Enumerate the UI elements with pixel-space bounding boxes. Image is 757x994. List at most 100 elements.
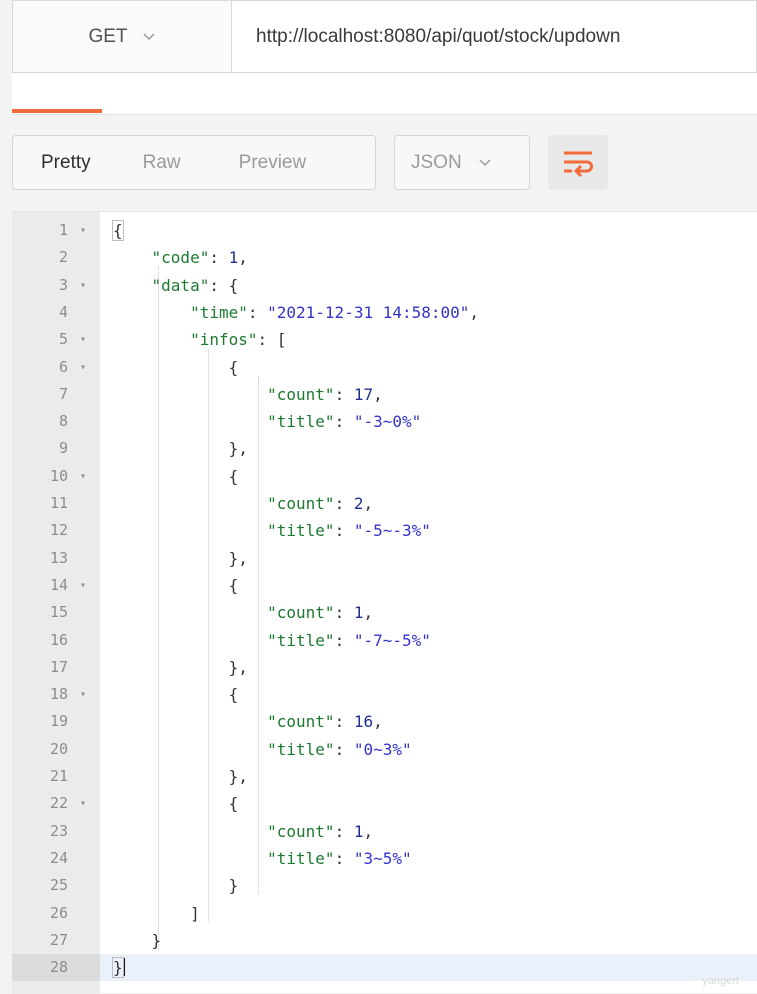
code-line[interactable]: 24 "title": "3~5%"	[12, 845, 757, 872]
fold-toggle-icon[interactable]: ▾	[80, 681, 86, 708]
code-text: "title": "-5~-3%"	[267, 521, 431, 541]
fold-toggle-icon[interactable]: ▾	[80, 463, 86, 490]
code-line[interactable]: 16 "title": "-7~-5%"	[12, 627, 757, 654]
code-line[interactable]: 20 "title": "0~3%"	[12, 736, 757, 763]
code-text: "time": "2021-12-31 14:58:00",	[190, 302, 480, 322]
code-line[interactable]: 23 "count": 1,	[12, 818, 757, 845]
line-number: 13	[49, 548, 68, 567]
code-line[interactable]: 8 "title": "-3~0%"	[12, 408, 757, 435]
gutter-cell: 19	[12, 708, 100, 735]
gutter-cell: 6 ▾	[12, 354, 100, 381]
line-number: 10	[49, 466, 68, 485]
code-line[interactable]: 5 ▾ "infos": [	[12, 326, 757, 353]
code-line[interactable]: 27 }	[12, 927, 757, 954]
code-line[interactable]: 3 ▾ "data": {	[12, 272, 757, 299]
code-line[interactable]: 11 "count": 2,	[12, 490, 757, 517]
method-select[interactable]: GET	[13, 1, 232, 72]
line-number: 14	[49, 575, 68, 594]
code-line[interactable]: 9 },	[12, 435, 757, 462]
fold-toggle-icon[interactable]: ▾	[80, 272, 86, 299]
code-line[interactable]: 22 ▾ {	[12, 790, 757, 817]
fold-toggle-icon[interactable]: ▾	[80, 572, 86, 599]
gutter-cell: 5 ▾	[12, 326, 100, 353]
code-text: {	[113, 575, 239, 595]
wrap-lines-button[interactable]	[548, 135, 608, 190]
code-line[interactable]: 21 },	[12, 763, 757, 790]
gutter-cell: 26	[12, 900, 100, 927]
tab-preview[interactable]: Preview	[239, 152, 307, 174]
code-text: {	[113, 466, 239, 486]
request-bar: GET http://localhost:8080/api/quot/stock…	[12, 0, 757, 73]
gutter-cell: 13	[12, 545, 100, 572]
code-line[interactable]: 12 "title": "-5~-3%"	[12, 517, 757, 544]
code-text: {	[112, 220, 124, 241]
line-number: 20	[49, 739, 68, 758]
code-text: "count": 2,	[267, 494, 374, 513]
code-text: },	[113, 767, 248, 786]
code-line[interactable]: 10 ▾ {	[12, 463, 757, 490]
fold-toggle-icon[interactable]: ▾	[80, 354, 86, 381]
response-tabs	[12, 73, 757, 115]
code-text: "count": 16,	[267, 712, 383, 732]
code-line[interactable]: 18 ▾ {	[12, 681, 757, 708]
code-line[interactable]: 28}	[12, 954, 757, 982]
code-line[interactable]: 7 "count": 17,	[12, 381, 757, 408]
line-number: 21	[49, 767, 68, 785]
code-text: },	[113, 657, 248, 677]
line-number: 3	[58, 275, 68, 294]
gutter-cell: 11	[12, 490, 100, 517]
code-text: },	[113, 439, 248, 459]
line-number: 23	[49, 821, 68, 840]
code-line[interactable]: 1 ▾{	[12, 217, 757, 244]
watermark: yangert	[702, 975, 739, 987]
gutter-cell: 15	[12, 599, 100, 626]
tab-pretty[interactable]: Pretty	[41, 152, 91, 174]
code-text: "code": 1,	[151, 248, 248, 268]
gutter-cell: 7	[12, 381, 100, 408]
gutter-cell: 9	[12, 435, 100, 462]
gutter-cell: 17	[12, 654, 100, 681]
code-line[interactable]: 15 "count": 1,	[12, 599, 757, 626]
code-text: }	[113, 930, 162, 950]
line-number: 27	[49, 930, 68, 949]
code-line[interactable]: 25 }	[12, 872, 757, 899]
code-text: "data": {	[151, 275, 239, 295]
gutter-cell: 21	[12, 763, 100, 790]
chevron-down-icon	[479, 158, 491, 166]
gutter-cell: 12	[12, 517, 100, 544]
line-number: 28	[49, 958, 68, 977]
line-number: 2	[58, 248, 68, 267]
line-number: 8	[58, 412, 68, 431]
wrap-lines-icon	[564, 151, 593, 177]
code-text: "count": 1,	[267, 821, 374, 841]
code-line[interactable]: 17 },	[12, 654, 757, 681]
code-line[interactable]: 2 "code": 1,	[12, 244, 757, 271]
code-text: "count": 1,	[267, 603, 374, 623]
code-text: }	[112, 957, 125, 979]
line-number: 25	[49, 876, 68, 895]
code-line[interactable]: 6 ▾ {	[12, 354, 757, 381]
code-line[interactable]: 4 "time": "2021-12-31 14:58:00",	[12, 299, 757, 326]
response-body-editor[interactable]: 1 ▾{2 "code": 1, 3 ▾ "data": {4 "time": "20…	[12, 211, 757, 994]
fold-toggle-icon[interactable]: ▾	[80, 326, 86, 353]
code-line[interactable]: 13 },	[12, 545, 757, 572]
line-number: 19	[49, 712, 68, 731]
fold-toggle-icon[interactable]: ▾	[80, 790, 86, 817]
tab-raw[interactable]: Raw	[143, 152, 181, 174]
code-line[interactable]: 14 ▾ {	[12, 572, 757, 599]
fold-toggle-icon[interactable]: ▾	[80, 217, 86, 244]
format-select[interactable]: JSON	[394, 135, 530, 190]
format-label: JSON	[411, 151, 462, 173]
gutter-cell: 28	[12, 954, 100, 982]
gutter-cell: 27	[12, 927, 100, 954]
code-text: {	[113, 357, 239, 377]
url-input[interactable]: http://localhost:8080/api/quot/stock/upd…	[232, 1, 756, 72]
code-line[interactable]: 19 "count": 16,	[12, 708, 757, 735]
code-line[interactable]: 26 ]	[12, 900, 757, 927]
gutter-cell: 16	[12, 627, 100, 654]
gutter-cell: 2	[12, 244, 100, 271]
line-number: 22	[49, 794, 68, 813]
line-number: 18	[49, 685, 68, 704]
gutter-cell: 3 ▾	[12, 272, 100, 299]
line-number: 16	[49, 630, 68, 649]
